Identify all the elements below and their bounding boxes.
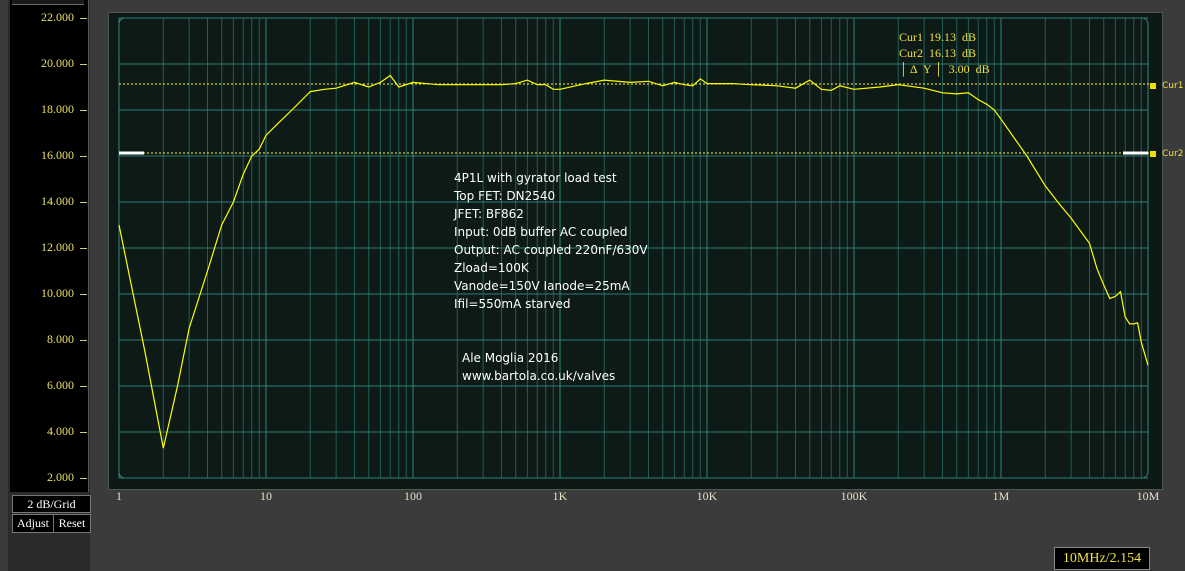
cur2-tag: Cur2: [1162, 149, 1184, 159]
note-line: Output: AC coupled 220nF/630V: [454, 243, 648, 257]
x-tick-label: 10K: [696, 489, 718, 503]
cur2-readout: Cur2 16.13 dB: [899, 46, 977, 60]
cur1-handle[interactable]: [1150, 83, 1156, 89]
credit-line: Ale Moglia 2016: [462, 351, 559, 365]
note-line: JFET: BF862: [454, 207, 524, 221]
cur1-tag: Cur1: [1162, 81, 1184, 91]
cur2-right-bar: [1123, 151, 1148, 155]
note-line: Zload=100K: [454, 261, 529, 275]
x-tick-label: 10M: [1136, 489, 1160, 503]
cur2-handle[interactable]: [1150, 151, 1156, 157]
cur1-readout: Cur1 19.13 dB: [899, 30, 977, 44]
note-line: Input: 0dB buffer AC coupled: [454, 225, 628, 239]
x-tick-label: 1: [116, 489, 122, 503]
x-tick-label: 100: [404, 489, 422, 503]
note-line: Ifil=550mA starved: [454, 297, 571, 311]
note-line: Top FET: DN2540: [454, 189, 556, 203]
credit-notes: Ale Moglia 2016 www.bartola.co.uk/valves: [462, 349, 615, 385]
test-notes: 4P1L with gyrator load test Top FET: DN2…: [454, 169, 648, 313]
note-line: Vanode=150V Ianode=25mA: [454, 279, 630, 293]
delta-y-readout: │ Δ Y │ 3.00 dB: [899, 62, 990, 76]
cur2-left-bar: [119, 151, 144, 155]
cursor-readout: Cur1 19.13 dB Cur2 16.13 dB │ Δ Y │ 3.00 d…: [899, 29, 990, 77]
x-tick-label: 1M: [992, 489, 1010, 503]
x-tick-label: 1K: [552, 489, 568, 503]
note-line: 4P1L with gyrator load test: [454, 171, 617, 185]
x-tick-label: 100K: [840, 489, 868, 503]
x-tick-label: 10: [260, 489, 272, 503]
credit-line: www.bartola.co.uk/valves: [462, 369, 616, 383]
status-readout: 10MHz/2.154: [1054, 547, 1150, 570]
